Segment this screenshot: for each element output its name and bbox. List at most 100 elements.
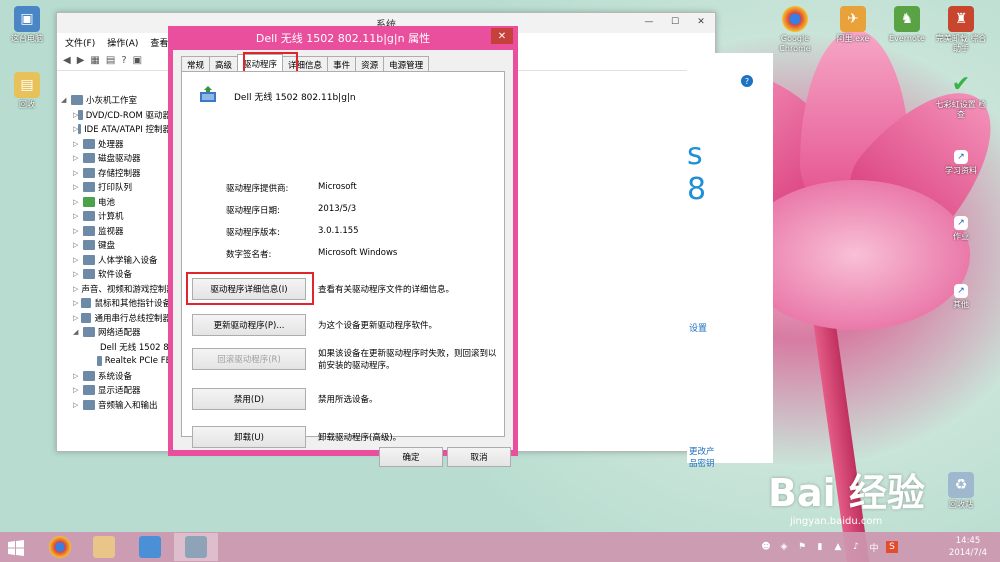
mouse-icon bbox=[81, 298, 92, 309]
desktop-icon-uninstall[interactable]: ♜ 完美卸载 综合助手 bbox=[934, 6, 988, 54]
tree-item[interactable]: ▷ 鼠标和其他指针设备 bbox=[61, 296, 171, 311]
disable-button[interactable]: 禁用(D) bbox=[192, 388, 306, 410]
driver-details-desc: 查看有关驱动程序文件的详细信息。 bbox=[318, 285, 455, 295]
tree-item[interactable]: ▷ IDE ATA/ATAPI 控制器 bbox=[61, 122, 171, 137]
shield-icon[interactable]: ◈ bbox=[778, 541, 790, 553]
tree-item[interactable]: ▷ 存储控制器 bbox=[61, 166, 171, 181]
sogou-icon[interactable]: S bbox=[886, 541, 898, 553]
desktop-icon-study[interactable]: ↗ 学习资料 bbox=[934, 150, 988, 176]
forward-icon[interactable]: ▶ bbox=[77, 55, 85, 66]
dialog-close-button[interactable]: ✕ bbox=[491, 28, 513, 44]
menu-file[interactable]: 文件(F) bbox=[65, 36, 95, 49]
desktop-icon-chrome[interactable]: Google Chrome bbox=[768, 6, 822, 54]
baidu-watermark-url: jingyan.baidu.com bbox=[790, 516, 883, 527]
desktop-icon-this-pc[interactable]: ▣ 这台电脑 bbox=[0, 6, 54, 44]
tree-item[interactable]: ▷ 系统设备 bbox=[61, 369, 171, 384]
network-icon bbox=[83, 327, 95, 338]
ime-indicator[interactable]: 中 bbox=[868, 541, 880, 554]
software-icon bbox=[83, 269, 95, 280]
users-icon bbox=[93, 536, 115, 558]
display-adapter-icon bbox=[83, 385, 95, 396]
clock-date: 2014/7/4 bbox=[948, 548, 988, 558]
tree-item[interactable]: ▷ 显示适配器 bbox=[61, 383, 171, 398]
tree-item[interactable]: ▷ 打印队列 bbox=[61, 180, 171, 195]
evernote-icon: ♞ bbox=[894, 6, 920, 32]
dialog-body: 常规 高级 驱动程序 详细信息 事件 资源 电源管理 Dell 无线 1502 … bbox=[173, 50, 513, 467]
tree-item[interactable]: ▷ 通用串行总线控制器 bbox=[61, 311, 171, 326]
tree-item[interactable]: ▷ 键盘 bbox=[61, 238, 171, 253]
tab-events[interactable]: 事件 bbox=[327, 56, 357, 72]
uninstall-button[interactable]: 卸载(U) bbox=[192, 426, 306, 448]
tree-item[interactable]: ▷ 音频输入和输出 bbox=[61, 398, 171, 413]
desktop-icon-other[interactable]: ↗ 其他 bbox=[934, 284, 988, 310]
product-key-link[interactable]: 更改产品密钥 bbox=[689, 445, 715, 469]
tab-advanced[interactable]: 高级 bbox=[209, 56, 239, 72]
settings-link[interactable]: 设置 bbox=[689, 321, 707, 334]
network-icon[interactable]: ▲ bbox=[832, 541, 844, 553]
tree-item[interactable]: ▷ 磁盘驱动器 bbox=[61, 151, 171, 166]
tree-item[interactable]: ▷ 电池 bbox=[61, 195, 171, 210]
taskbar-chrome[interactable] bbox=[38, 533, 82, 561]
tree-item[interactable]: ▷ DVD/CD-ROM 驱动器 bbox=[61, 108, 171, 123]
computer-icon bbox=[83, 211, 95, 222]
recycle-bin-icon: ♻ bbox=[948, 472, 974, 498]
desktop-icon-recycle-bin[interactable]: ♻ 回收站 bbox=[934, 472, 988, 510]
hid-icon bbox=[83, 254, 95, 265]
rollback-driver-desc: 如果该设备在更新驱动程序时失败，则回滚到以前安装的驱动程序。 bbox=[318, 349, 497, 371]
back-icon[interactable]: ◀ bbox=[63, 55, 71, 66]
checkmark-icon: ✔ bbox=[951, 72, 971, 97]
desktop-icon-homework[interactable]: ↗ 作业 bbox=[934, 216, 988, 242]
tree-item[interactable]: ▷ 监视器 bbox=[61, 224, 171, 239]
dialog-titlebar[interactable]: Dell 无线 1502 802.11b|g|n 属性 ✕ bbox=[173, 26, 513, 50]
windows-start-icon[interactable] bbox=[8, 540, 24, 556]
desktop-icon-evernote[interactable]: ♞ Evernote bbox=[880, 6, 934, 44]
maximize-button[interactable]: ☐ bbox=[663, 15, 687, 29]
tree-item-realtek[interactable]: Realtek PCIe FE bbox=[61, 354, 171, 369]
tab-general[interactable]: 常规 bbox=[181, 56, 211, 72]
remote-desktop-icon bbox=[139, 536, 161, 558]
rollback-driver-button[interactable]: 回滚驱动程序(R) bbox=[192, 348, 306, 370]
ok-button[interactable]: 确定 bbox=[379, 447, 443, 467]
clock[interactable]: 14:45 2014/7/4 bbox=[940, 535, 996, 559]
taskbar-users[interactable] bbox=[82, 533, 126, 561]
update-driver-button[interactable]: 更新驱动程序(P)... bbox=[192, 314, 306, 336]
taskbar-device-manager[interactable] bbox=[174, 533, 218, 561]
disable-desc: 禁用所选设备。 bbox=[318, 395, 378, 405]
usb-icon bbox=[81, 312, 92, 323]
tree-item[interactable]: ▷ 声音、视频和游戏控制器 bbox=[61, 282, 171, 297]
properties-icon[interactable]: ▦ bbox=[90, 55, 99, 66]
tree-item-dell-wireless[interactable]: Dell 无线 1502 802.11b|g|n bbox=[61, 340, 171, 355]
tree-root[interactable]: ◢ 小灰机工作室 bbox=[61, 93, 171, 108]
scan-icon[interactable]: ▣ bbox=[133, 55, 142, 66]
tree-item[interactable]: ▷ 处理器 bbox=[61, 137, 171, 152]
menu-action[interactable]: 操作(A) bbox=[107, 36, 138, 49]
cancel-button[interactable]: 取消 bbox=[447, 447, 511, 467]
update-driver-desc: 为这个设备更新驱动程序软件。 bbox=[318, 321, 438, 331]
power-icon[interactable]: ▮ bbox=[814, 541, 826, 553]
tab-strip: 常规 高级 驱动程序 详细信息 事件 资源 电源管理 bbox=[181, 54, 430, 72]
tab-power[interactable]: 电源管理 bbox=[383, 56, 430, 72]
monitor-icon bbox=[83, 225, 95, 236]
tree-item[interactable]: ▷ 软件设备 bbox=[61, 267, 171, 282]
refresh-icon[interactable]: ▤ bbox=[106, 55, 115, 66]
windows-8-logo: s 8 bbox=[687, 137, 707, 207]
volume-icon[interactable]: ♪ bbox=[850, 541, 862, 553]
taskbar-remote[interactable] bbox=[128, 533, 172, 561]
tree-item[interactable]: ▷ 计算机 bbox=[61, 209, 171, 224]
help-icon[interactable]: ? bbox=[741, 75, 753, 87]
minimize-button[interactable]: — bbox=[637, 15, 661, 29]
properties-dialog[interactable]: Dell 无线 1502 802.11b|g|n 属性 ✕ 常规 高级 驱动程序… bbox=[168, 26, 518, 467]
tab-resources[interactable]: 资源 bbox=[355, 56, 385, 72]
flag-icon[interactable]: ⚑ bbox=[796, 541, 808, 553]
tree-item[interactable]: ◢ 网络适配器 bbox=[61, 325, 171, 340]
close-button[interactable]: ✕ bbox=[689, 15, 713, 29]
help-icon[interactable]: ? bbox=[121, 55, 126, 66]
tool-icon: ✈ bbox=[840, 6, 866, 32]
qq-icon[interactable]: ☻ bbox=[760, 541, 772, 553]
desktop-icon-folder[interactable]: ▤ 回收 bbox=[0, 72, 54, 110]
desktop-icon-exe[interactable]: ✈ 阿里.exe bbox=[826, 6, 880, 44]
disk-icon bbox=[83, 153, 95, 164]
desktop-icon-check[interactable]: ✔ 七彩虹设置 检查 bbox=[934, 72, 988, 120]
network-adapter-icon bbox=[97, 356, 102, 367]
tree-item[interactable]: ▷ 人体学输入设备 bbox=[61, 253, 171, 268]
